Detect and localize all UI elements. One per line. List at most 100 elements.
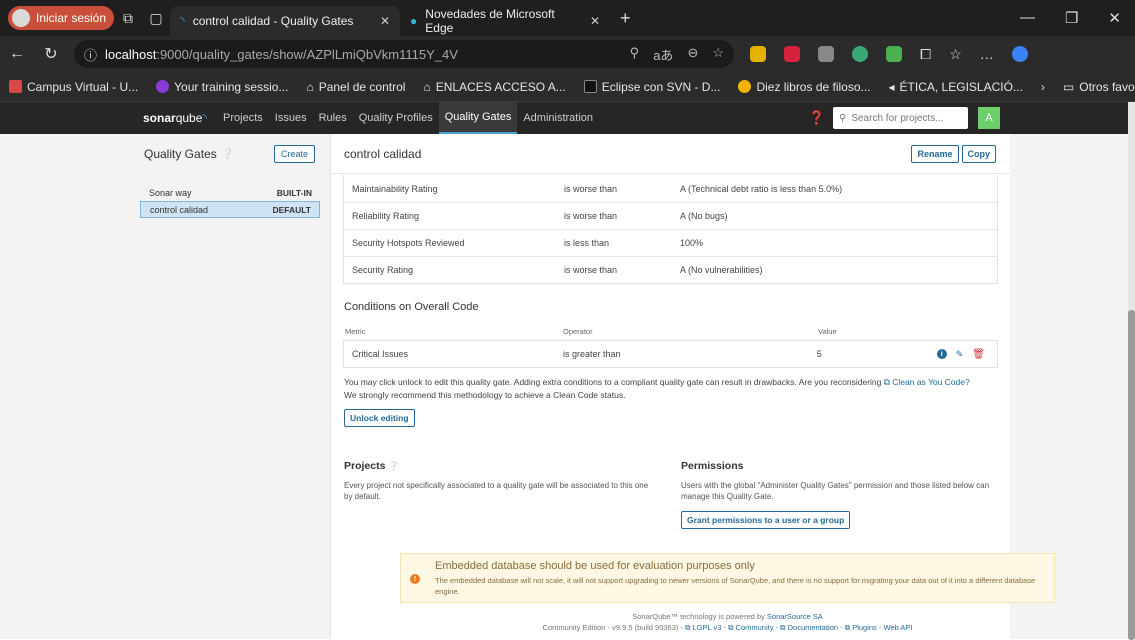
table-row: Critical Issues is greater than 5 i ✎ 🗑: [343, 340, 998, 368]
scrollbar-thumb[interactable]: [1128, 310, 1135, 640]
sidebar-title: Quality Gates: [144, 147, 217, 161]
bookmark-item[interactable]: Eclipse con SVN - D...: [575, 80, 730, 94]
sonarqube-navbar: sonarqube​◝ Projects Issues Rules Qualit…: [0, 102, 1128, 134]
tab-edge-news[interactable]: ● Novedades de Microsoft Edge ✕: [400, 6, 610, 36]
nav-quality-profiles[interactable]: Quality Profiles: [353, 102, 439, 134]
copilot-icon[interactable]: [1011, 46, 1028, 62]
refresh-icon[interactable]: ↻: [34, 44, 68, 64]
new-tab-icon[interactable]: +: [610, 8, 641, 29]
copy-button[interactable]: Copy: [961, 144, 996, 163]
more-bookmarks-icon[interactable]: ›: [1032, 80, 1054, 94]
nav-administration[interactable]: Administration: [517, 102, 599, 134]
shield-icon[interactable]: [886, 46, 902, 62]
bookmark-item[interactable]: ⌂ Panel de control: [297, 80, 414, 94]
embedded-db-warning: ! Embedded database should be used for e…: [400, 553, 1055, 603]
back-icon[interactable]: ←: [0, 45, 34, 63]
extension-icon[interactable]: [784, 46, 800, 62]
bookmark-item[interactable]: Your training sessio...: [147, 80, 297, 94]
close-tab-icon[interactable]: ✕: [590, 14, 600, 28]
external-link-icon: ⧉: [685, 623, 693, 632]
permissions-section: Permissions Users with the global "Admin…: [681, 460, 1001, 529]
unlock-editing-button[interactable]: Unlock editing: [344, 409, 415, 427]
gate-name: Sonar way: [149, 187, 192, 198]
close-window-icon[interactable]: ✕: [1108, 9, 1121, 27]
extensions: ⧠ ☆ …: [750, 46, 1028, 63]
gate-title: control calidad: [344, 146, 422, 161]
extensions-puzzle-icon[interactable]: ⧠: [920, 46, 931, 63]
conditions-new-code-table: Maintainability Rating is worse than A (…: [343, 175, 998, 284]
tab-actions-icon[interactable]: ▢: [142, 10, 170, 27]
search-placeholder: Search for projects...: [851, 112, 944, 124]
nav-projects[interactable]: Projects: [217, 102, 269, 134]
restore-icon[interactable]: ❐: [1065, 9, 1078, 27]
nav-issues[interactable]: Issues: [269, 102, 313, 134]
user-avatar[interactable]: A: [978, 107, 1000, 129]
close-tab-icon[interactable]: ✕: [380, 14, 390, 28]
gate-header: control calidad Rename Copy: [331, 134, 1010, 174]
extension-icon[interactable]: [818, 46, 834, 62]
other-favorites[interactable]: ▭Otros favoritos: [1054, 80, 1135, 94]
extension-icon[interactable]: [750, 46, 766, 62]
nav-quality-gates[interactable]: Quality Gates: [438, 102, 518, 134]
gate-tag: BUILT-IN: [276, 187, 312, 198]
window-controls: — ❐ ✕: [1020, 9, 1135, 27]
bookmark-item[interactable]: Diez libros de filoso...: [729, 80, 879, 94]
create-button[interactable]: Create: [273, 145, 315, 163]
key-icon[interactable]: ⚲: [630, 45, 640, 64]
bookmark-favicon-icon: [156, 80, 170, 93]
sonarsource-link[interactable]: SonarSource SA: [767, 612, 823, 621]
gate-item-sonar-way[interactable]: Sonar way BUILT-IN: [140, 184, 320, 201]
bookmark-favicon-icon: [9, 80, 22, 93]
grant-permissions-button[interactable]: Grant permissions to a user or a group: [681, 511, 851, 529]
help-icon[interactable]: ❔: [222, 149, 234, 160]
extension-icon[interactable]: [852, 46, 868, 62]
sonarqube-logo[interactable]: sonarqube​◝: [143, 111, 207, 125]
permissions-title: Permissions: [681, 460, 744, 472]
browser-tab-bar: Iniciar sesión ⧉ ▢ ◝ control calidad - Q…: [0, 0, 1135, 36]
help-icon[interactable]: ❓: [809, 110, 825, 126]
delete-trash-icon[interactable]: 🗑: [972, 349, 985, 360]
lgpl-link[interactable]: ⧉ LGPL v3: [685, 623, 721, 632]
profile-avatar-icon: [12, 9, 30, 27]
edge-favicon-icon: ●: [410, 14, 418, 28]
favorites-icon[interactable]: ☆: [949, 46, 962, 63]
clean-as-you-code-link[interactable]: ⧉ Clean as You Code?: [884, 377, 970, 387]
bookmark-item[interactable]: ◂ ÉTICA, LEGISLACIÓ...: [880, 80, 1032, 94]
favorite-star-icon[interactable]: ☆: [712, 45, 724, 64]
project-search-input[interactable]: ⚲ Search for projects...: [833, 107, 968, 129]
bookmark-item[interactable]: ⌂ ENLACES ACCESO A...: [414, 80, 574, 94]
workspaces-icon[interactable]: ⧉: [114, 10, 142, 27]
plugins-link[interactable]: ⧉ Plugins: [845, 623, 877, 632]
address-bar-row: ← ↻ ⓘ localhost:9000/quality_gates/show/…: [0, 36, 1135, 72]
edit-pencil-icon[interactable]: ✎: [956, 349, 964, 360]
table-row: Security Rating is worse than A (No vuln…: [344, 256, 997, 283]
documentation-link[interactable]: ⧉ Documentation: [780, 623, 838, 632]
external-link-icon: ⧉: [780, 623, 788, 632]
read-aloud-icon[interactable]: aあ: [653, 45, 673, 64]
community-link[interactable]: ⧉ Community: [728, 623, 773, 632]
zoom-icon[interactable]: ⊖: [687, 45, 698, 64]
web-api-link[interactable]: Web API: [883, 623, 912, 632]
bookmark-arrow-icon: ◂: [888, 79, 895, 94]
more-menu-icon[interactable]: …: [980, 46, 994, 62]
permissions-text: Users with the global "Administer Qualit…: [681, 481, 990, 501]
gate-item-control-calidad[interactable]: control calidad DEFAULT: [140, 201, 320, 218]
profile-button[interactable]: Iniciar sesión: [8, 6, 115, 30]
tab-quality-gates[interactable]: ◝ control calidad - Quality Gates ✕: [170, 6, 401, 36]
nav-rules[interactable]: Rules: [313, 102, 353, 134]
url-field[interactable]: ⓘ localhost:9000/quality_gates/show/AZPl…: [74, 40, 734, 68]
profile-label: Iniciar sesión: [36, 11, 107, 25]
external-link-icon: ⧉: [883, 377, 893, 387]
info-icon[interactable]: i: [936, 349, 947, 359]
rename-button[interactable]: Rename: [911, 144, 959, 163]
url-path: :9000/quality_gates/show/AZPlLmiQbVkm111…: [156, 46, 458, 62]
overall-conditions-title: Conditions on Overall Code: [344, 301, 479, 313]
site-info-icon[interactable]: ⓘ: [84, 45, 97, 64]
help-icon[interactable]: ❔: [388, 461, 399, 471]
unlock-note: You may click unlock to edit this qualit…: [344, 377, 970, 400]
page-footer: SonarQube™ technology is powered by Sona…: [542, 612, 913, 632]
gate-tag: DEFAULT: [272, 204, 311, 215]
bookmark-item[interactable]: Campus Virtual - U...: [0, 80, 147, 94]
minimize-icon[interactable]: —: [1020, 9, 1035, 27]
warning-title: Embedded database should be used for eva…: [435, 560, 755, 572]
